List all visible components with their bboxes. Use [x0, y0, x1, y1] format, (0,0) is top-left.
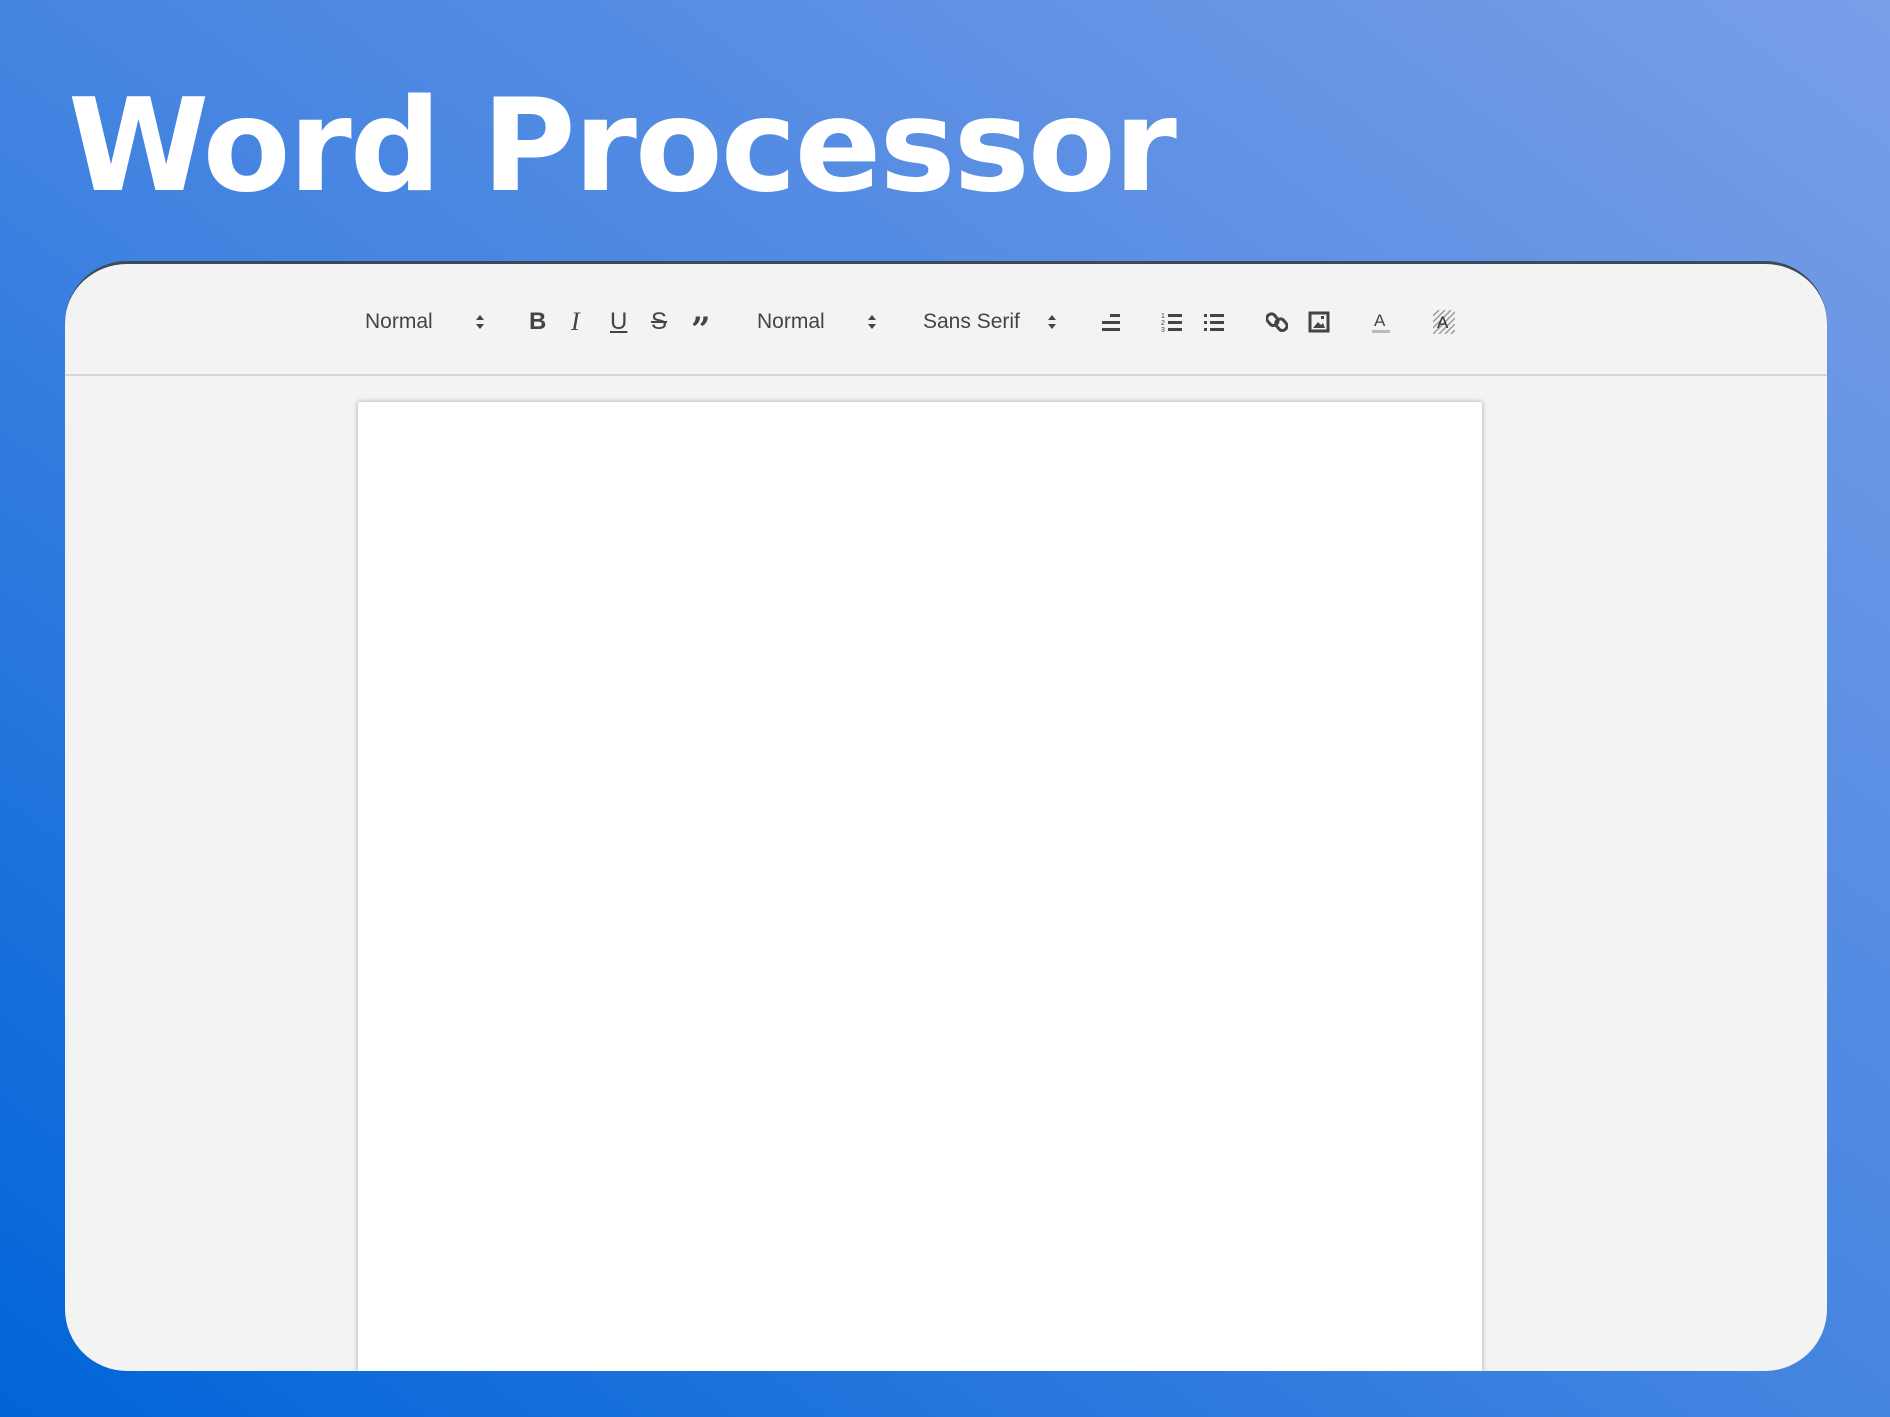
bullet-list-icon [1204, 314, 1224, 331]
size-select[interactable]: Normal [757, 310, 825, 334]
svg-text:A: A [1374, 311, 1386, 330]
italic-button[interactable]: I [571, 307, 580, 337]
ordered-list-icon: 123 [1161, 313, 1182, 333]
size-select-arrows-icon[interactable] [867, 313, 877, 331]
ordered-list-button[interactable]: 123 [1161, 311, 1183, 333]
svg-text:1: 1 [1161, 313, 1165, 320]
document-page[interactable] [358, 402, 1482, 1371]
toolbar: Normal B I U S ” Normal Sans Serif 123 A… [65, 264, 1827, 376]
bold-icon: B [529, 308, 547, 335]
strike-icon: S [651, 308, 668, 335]
bullet-list-button[interactable] [1203, 311, 1225, 333]
text-color-icon: A [1372, 311, 1390, 333]
image-icon [1308, 311, 1330, 333]
underline-icon: U [610, 308, 628, 335]
heading-select-value: Normal [365, 310, 433, 333]
image-button[interactable] [1308, 311, 1330, 333]
background-color-icon: A [1433, 310, 1455, 334]
underline-button[interactable]: U [610, 308, 627, 336]
font-select-value: Sans Serif [923, 310, 1020, 333]
editor-window: Normal B I U S ” Normal Sans Serif 123 A… [65, 261, 1827, 1371]
size-select-value: Normal [757, 310, 825, 333]
quote-icon: ” [691, 310, 711, 350]
italic-icon: I [571, 307, 580, 336]
heading-select-arrows-icon[interactable] [475, 313, 485, 331]
blockquote-button[interactable]: ” [691, 310, 711, 350]
svg-text:2: 2 [1161, 320, 1165, 327]
link-icon [1266, 312, 1288, 333]
font-select[interactable]: Sans Serif [923, 310, 1020, 334]
svg-text:3: 3 [1161, 327, 1165, 333]
text-color-button[interactable]: A [1370, 310, 1392, 334]
font-select-arrows-icon[interactable] [1047, 313, 1057, 331]
link-button[interactable] [1266, 311, 1288, 333]
background-color-button[interactable]: A [1433, 310, 1455, 334]
align-button[interactable] [1100, 312, 1122, 332]
svg-text:A: A [1437, 313, 1449, 332]
strike-button[interactable]: S [651, 308, 667, 336]
align-icon [1102, 314, 1120, 331]
bold-button[interactable]: B [529, 308, 546, 336]
heading-select[interactable]: Normal [365, 310, 433, 334]
page-title: Word Processor [68, 72, 1177, 221]
